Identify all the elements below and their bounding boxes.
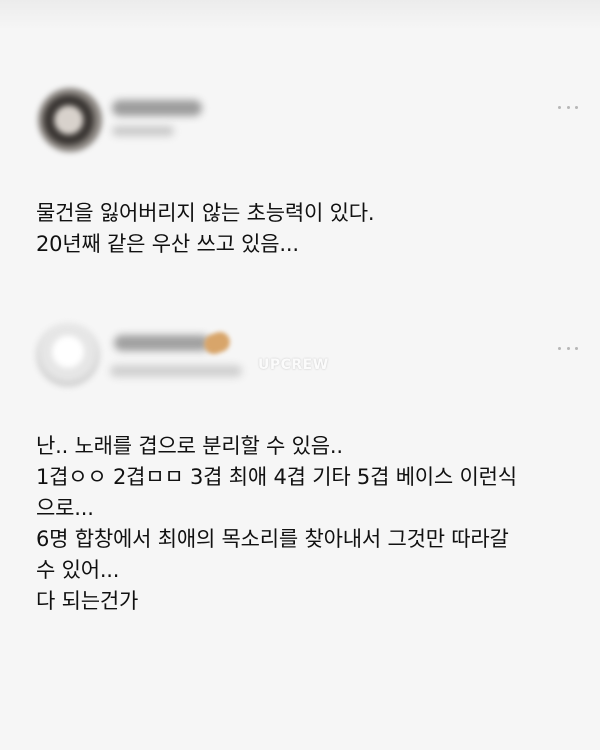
tweet-text: 난.. 노래를 겹으로 분리할 수 있음.. 1겹ㅇㅇ 2겹ㅁㅁ 3겹 최애 4… [36, 431, 576, 617]
blurred-username[interactable] [114, 335, 210, 351]
tweet-line: 1겹ㅇㅇ 2겹ㅁㅁ 3겹 최애 4겹 기타 5겹 베이스 이런식 [36, 465, 517, 489]
tweet-line: 수 있어... [36, 558, 120, 582]
avatar[interactable] [38, 88, 102, 152]
dot-icon [558, 346, 561, 350]
dot-icon [566, 346, 570, 350]
tweet-line: 물건을 잃어버리지 않는 초능력이 있다. [36, 201, 375, 225]
tweet-line: 난.. 노래를 겹으로 분리할 수 있음.. [36, 434, 343, 458]
tweet-line: 다 되는건가 [36, 589, 139, 613]
blurred-handle [112, 126, 174, 136]
tweet-card-1[interactable]: 물건을 잃어버리지 않는 초능력이 있다. 20년째 같은 우산 쓰고 있음..… [0, 60, 600, 310]
dot-icon [566, 105, 570, 109]
more-options-icon[interactable] [558, 345, 578, 351]
tweet-text: 물건을 잃어버리지 않는 초능력이 있다. 20년째 같은 우산 쓰고 있음..… [36, 198, 576, 260]
dot-icon [575, 105, 578, 109]
emoji-icon [201, 329, 233, 357]
top-divider [0, 0, 600, 30]
watermark: UPCREW [258, 357, 329, 373]
blurred-handle [110, 365, 242, 377]
tweet-line: 20년째 같은 우산 쓰고 있음... [36, 232, 299, 256]
blurred-username[interactable] [112, 100, 202, 116]
tweet-line: 으로... [36, 496, 94, 520]
tweet-line: 6명 합창에서 최애의 목소리를 찾아내서 그것만 따라갈 [36, 527, 509, 551]
more-options-icon[interactable] [558, 104, 578, 110]
dot-icon [558, 105, 561, 109]
avatar[interactable] [36, 323, 100, 387]
screenshot-page: 물건을 잃어버리지 않는 초능력이 있다. 20년째 같은 우산 쓰고 있음..… [0, 0, 600, 750]
dot-icon [575, 346, 578, 350]
